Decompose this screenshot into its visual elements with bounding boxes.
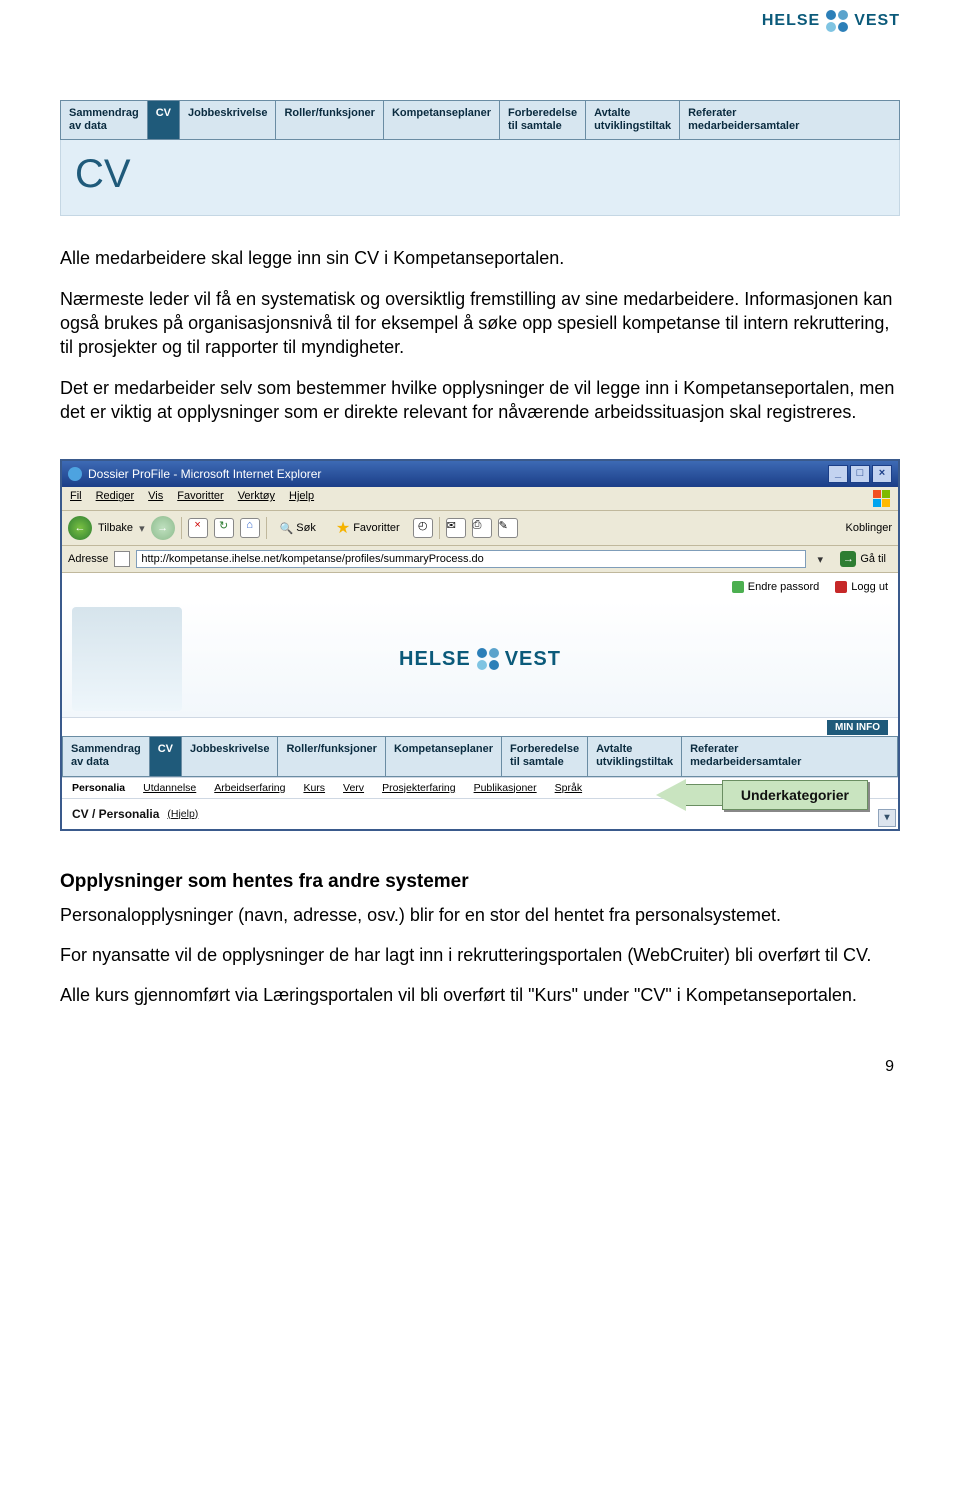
tab-roller/funksjoner[interactable]: Roller/funksjoner [276,101,383,139]
callout-arrow-icon [656,779,686,811]
mail-icon[interactable]: ✉ [446,518,466,538]
menu-vis[interactable]: Vis [148,490,163,507]
forward-button-icon[interactable]: → [151,516,175,540]
page-icon [114,551,130,567]
ie-address-bar: Adresse ▾ → Gå til [62,546,898,573]
change-password-icon [732,581,744,593]
favorites-button[interactable]: ★ Favoritter [329,515,407,541]
print-icon[interactable]: ⎙ [472,518,492,538]
section-2-heading: Opplysninger som hentes fra andre system… [60,871,900,893]
change-password-link[interactable]: Endre passord [732,581,820,593]
inner-tab-bar: Sammendrag av dataCVJobbeskrivelseRoller… [62,736,898,776]
tab-referater[interactable]: Referater medarbeidersamtaler [680,101,899,139]
banner-logo: HELSE VEST [399,648,561,671]
menu-favoritter[interactable]: Favoritter [177,490,223,507]
address-dropdown-icon[interactable]: ▾ [812,553,828,566]
subcat-arbeidserfaring[interactable]: Arbeidserfaring [214,782,285,794]
subcat-prosjekterfaring[interactable]: Prosjekterfaring [382,782,456,794]
windows-flag-icon [873,490,890,507]
paragraph-6: Alle kurs gjennomført via Læringsportale… [60,983,900,1007]
callout-label: Underkategorier [722,780,868,810]
logo-text-left: HELSE [762,12,820,30]
close-icon[interactable]: × [872,465,892,483]
paragraph-1: Alle medarbeidere skal legge inn sin CV … [60,246,900,270]
go-icon: → [840,551,856,567]
tab-forberedelse[interactable]: Forberedelse til samtale [500,101,586,139]
tab-cv[interactable]: CV [148,101,180,139]
address-input[interactable] [136,550,806,568]
page-title: CV [75,152,885,197]
home-icon[interactable]: ⌂ [240,518,260,538]
minimize-icon[interactable]: _ [828,465,848,483]
tab-roller/funksjoner[interactable]: Roller/funksjoner [278,737,385,775]
ie-menubar: Fil Rediger Vis Favoritter Verktøy Hjelp [62,487,898,511]
tab-referater[interactable]: Referater medarbeidersamtaler [682,737,897,775]
tab-jobbeskrivelse[interactable]: Jobbeskrivelse [182,737,279,775]
tab-forberedelse[interactable]: Forberedelse til samtale [502,737,588,775]
banner-people-image [72,607,182,711]
menu-rediger[interactable]: Rediger [96,490,135,507]
ie-titlebar: Dossier ProFile - Microsoft Internet Exp… [62,461,898,487]
menu-fil[interactable]: Fil [70,490,82,507]
subcat-språk[interactable]: Språk [555,782,582,794]
banner-logo-left: HELSE [399,648,471,671]
page-number: 9 [60,1058,900,1076]
tab-cv[interactable]: CV [150,737,182,775]
subcat-utdannelse[interactable]: Utdannelse [143,782,196,794]
go-button[interactable]: → Gå til [834,549,892,569]
help-link[interactable]: (Hjelp) [167,808,198,820]
subcat-publikasjoner[interactable]: Publikasjoner [474,782,537,794]
subcat-verv[interactable]: Verv [343,782,364,794]
subcat-kurs[interactable]: Kurs [303,782,325,794]
ie-screenshot: Dossier ProFile - Microsoft Internet Exp… [60,459,900,830]
search-button[interactable]: 🔍 Søk [273,519,323,538]
subcat-personalia[interactable]: Personalia [72,782,125,794]
refresh-icon[interactable]: ↻ [214,518,234,538]
tab-avtalte[interactable]: Avtalte utviklingstiltak [586,101,680,139]
menu-verktøy[interactable]: Verktøy [238,490,275,507]
helse-vest-logo: HELSE VEST [762,10,900,32]
go-label: Gå til [860,553,886,565]
banner-logo-right: VEST [505,648,561,671]
favorites-label: Favoritter [353,522,399,534]
paragraph-4: Personalopplysninger (navn, adresse, osv… [60,903,900,927]
banner-logo-dots-icon [477,648,499,670]
tab-kompetanseplaner[interactable]: Kompetanseplaner [384,101,500,139]
tab-avtalte[interactable]: Avtalte utviklingstiltak [588,737,682,775]
min-info-tab[interactable]: MIN INFO [62,718,898,736]
ie-toolbar: ← Tilbake ▾ → × ↻ ⌂ 🔍 Søk ★ Favoritter ◴… [62,511,898,546]
search-icon: 🔍 [280,522,294,535]
min-info-label: MIN INFO [827,720,888,735]
heading-box: CV [60,140,900,216]
tab-kompetanseplaner[interactable]: Kompetanseplaner [386,737,502,775]
callout-pointer: Underkategorier [656,779,868,811]
logo-text-right: VEST [854,12,900,30]
ie-title-text: Dossier ProFile - Microsoft Internet Exp… [88,467,321,481]
maximize-icon[interactable]: □ [850,465,870,483]
ie-app-icon [68,467,82,481]
paragraph-3: Det er medarbeider selv som bestemmer hv… [60,376,900,425]
top-tab-bar: Sammendrag av dataCVJobbeskrivelseRoller… [60,100,900,140]
logo-dots-icon [826,10,848,32]
menu-hjelp[interactable]: Hjelp [289,490,314,507]
site-banner: HELSE VEST [62,601,898,718]
tab-sammendrag[interactable]: Sammendrag av data [63,737,150,775]
history-icon[interactable]: ◴ [413,518,433,538]
address-label: Adresse [68,553,108,565]
paragraph-5: For nyansatte vil de opplysninger de har… [60,943,900,967]
back-button-icon[interactable]: ← [68,516,92,540]
stop-icon[interactable]: × [188,518,208,538]
tab-jobbeskrivelse[interactable]: Jobbeskrivelse [180,101,277,139]
edit-icon[interactable]: ✎ [498,518,518,538]
star-icon: ★ [336,518,350,538]
search-label: Søk [296,522,316,534]
breadcrumb: CV / Personalia [72,807,159,821]
scroll-down-icon[interactable]: ▾ [878,809,896,827]
logout-link[interactable]: Logg ut [835,581,888,593]
back-button-label[interactable]: Tilbake [98,522,133,534]
koblinger-label[interactable]: Koblinger [846,522,892,534]
logout-icon [835,581,847,593]
tab-sammendrag[interactable]: Sammendrag av data [61,101,148,139]
paragraph-2: Nærmeste leder vil få en systematisk og … [60,287,900,360]
